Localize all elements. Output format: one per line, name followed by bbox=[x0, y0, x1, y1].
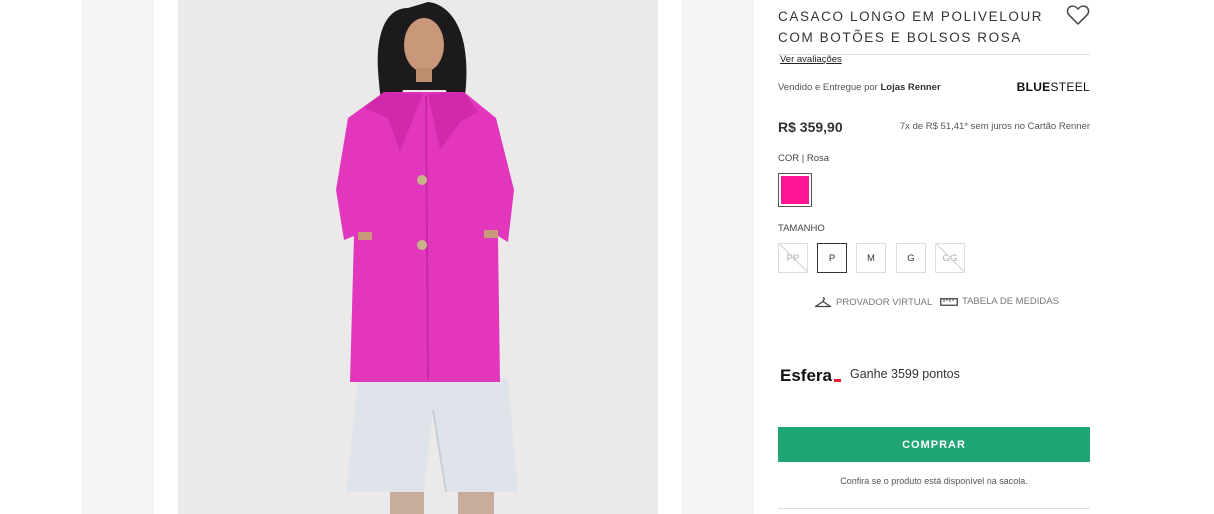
size-option-g[interactable]: G bbox=[896, 243, 926, 273]
size-option-pp[interactable]: PP bbox=[778, 243, 808, 273]
product-price: R$ 359,90 bbox=[778, 119, 843, 135]
brand-logo[interactable]: BLUESTEEL bbox=[1017, 80, 1090, 94]
reviews-link[interactable]: Ver avaliações bbox=[780, 54, 842, 65]
fit-tools: PROVADOR VIRTUAL TABELA DE MEDIDAS bbox=[814, 296, 1090, 312]
section-divider bbox=[778, 508, 1090, 509]
color-value: Rosa bbox=[806, 153, 830, 164]
gallery-thumbnail-right[interactable] bbox=[682, 0, 754, 514]
product-main-image[interactable] bbox=[178, 0, 658, 514]
brand-name-light: STEEL bbox=[1050, 80, 1090, 94]
hanger-icon bbox=[814, 296, 832, 308]
esfera-logo-text: Esfera bbox=[780, 366, 833, 385]
ruler-icon bbox=[940, 297, 958, 306]
color-swatch-fill bbox=[781, 176, 809, 204]
color-label: COR | Rosa bbox=[778, 153, 830, 164]
heart-icon bbox=[1066, 5, 1090, 25]
product-title: CASACO LONGO EM POLIVELOUR COM BOTÕES E … bbox=[778, 9, 1044, 45]
product-info-panel: CASACO LONGO EM POLIVELOUR COM BOTÕES E … bbox=[778, 0, 1090, 514]
brand-name-bold: BLUE bbox=[1016, 80, 1051, 94]
size-option-gg[interactable]: GG bbox=[935, 243, 965, 273]
size-option-p[interactable]: P bbox=[817, 243, 847, 273]
availability-note: Confira se o produto está disponível na … bbox=[840, 476, 1028, 486]
product-gallery bbox=[82, 0, 754, 514]
size-chart-label: TABELA DE MEDIDAS bbox=[962, 296, 1059, 307]
buy-button[interactable]: COMPRAR bbox=[778, 427, 1090, 462]
gallery-thumbnail-left[interactable] bbox=[82, 0, 154, 514]
size-label: TAMANHO bbox=[778, 223, 825, 234]
color-label-text: COR bbox=[778, 153, 800, 164]
seller-prefix: Vendido e Entregue por bbox=[778, 82, 878, 93]
favorite-button[interactable] bbox=[1066, 4, 1090, 26]
installment-info: 7x de R$ 51,41* sem juros no Cartão Renn… bbox=[899, 121, 1090, 132]
size-chart-link[interactable]: TABELA DE MEDIDAS bbox=[940, 296, 1059, 307]
seller-info: Vendido e Entregue por Lojas Renner bbox=[778, 82, 941, 93]
esfera-logo: Esfera bbox=[780, 366, 841, 385]
seller-name: Lojas Renner bbox=[880, 82, 941, 93]
virtual-fitting-link[interactable]: PROVADOR VIRTUAL bbox=[814, 296, 932, 308]
color-swatch-rosa[interactable] bbox=[778, 173, 812, 207]
virtual-fitting-label: PROVADOR VIRTUAL bbox=[836, 296, 933, 308]
model-coat-illustration bbox=[178, 0, 658, 514]
size-option-m[interactable]: M bbox=[856, 243, 886, 273]
loyalty-points-text: Ganhe 3599 pontos bbox=[850, 367, 960, 381]
